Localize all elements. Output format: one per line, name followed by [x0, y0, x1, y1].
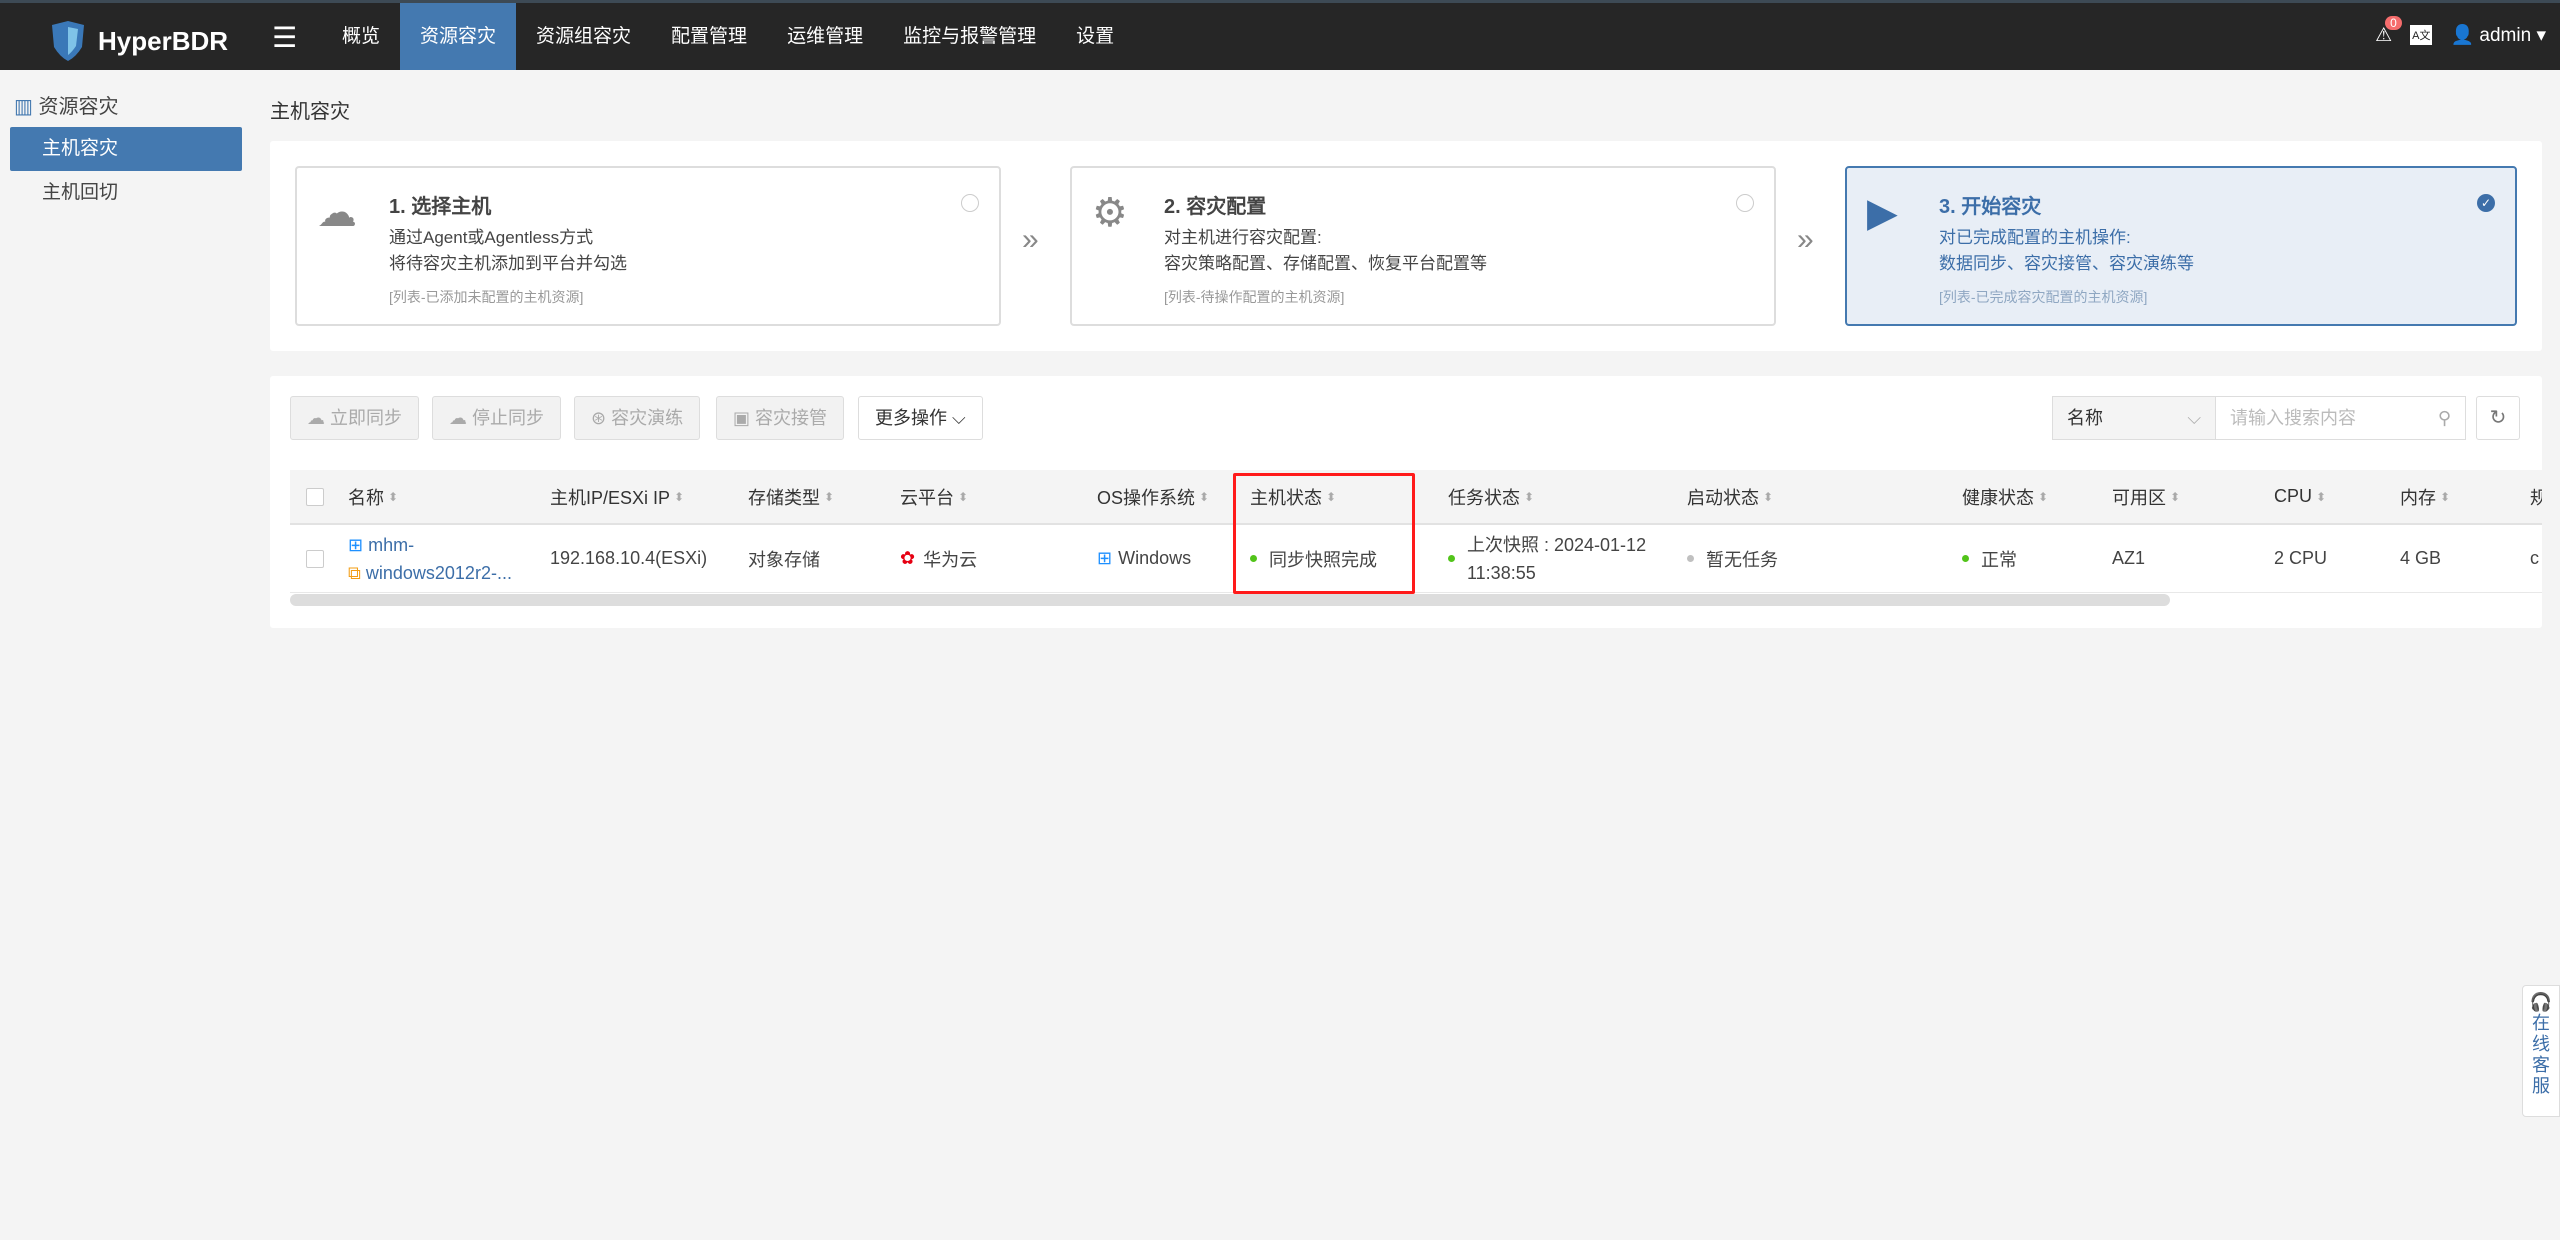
step-start-dr[interactable]: ▶ 3. 开始容灾 对已完成配置的主机操作: 数据同步、容灾接管、容灾演练等 […: [1845, 166, 2517, 326]
dr-drill-button[interactable]: ⊛ 容灾演练: [574, 396, 701, 440]
building-icon: ▥: [14, 96, 33, 118]
table-row[interactable]: ⊞ mhm- ⧉ windows2012r2-... 192.168.10.4(…: [290, 525, 2542, 593]
search-input[interactable]: 请输入搜索内容 ⚲: [2216, 396, 2466, 440]
dr-takeover-button[interactable]: ▣ 容灾接管: [716, 396, 845, 440]
step-select-host[interactable]: ☁ 1. 选择主机 通过Agent或Agentless方式 将待容灾主机添加到平…: [295, 166, 1001, 326]
user-icon: 👤: [2450, 25, 2475, 46]
col-boot-status[interactable]: 启动状态 ⬍: [1687, 470, 1773, 523]
col-memory[interactable]: 内存 ⬍: [2400, 470, 2450, 523]
highlight-box: [1233, 473, 1415, 594]
config-gear-icon: ⚙: [1092, 191, 1128, 235]
horizontal-scrollbar[interactable]: [290, 594, 2170, 606]
col-health[interactable]: 健康状态 ⬍: [1962, 470, 2048, 523]
menu-toggle-icon[interactable]: ☰: [272, 21, 297, 54]
col-storage[interactable]: 存储类型 ⬍: [748, 470, 834, 523]
step-dr-config[interactable]: ⚙ 2. 容灾配置 对主机进行容灾配置: 容灾策略配置、存储配置、恢复平台配置等…: [1070, 166, 1776, 326]
nav-group-dr[interactable]: 资源组容灾: [516, 3, 651, 70]
nav-resource-dr[interactable]: 资源容灾: [400, 3, 517, 70]
nav-ops[interactable]: 运维管理: [767, 3, 883, 70]
double-chevron-icon: »: [1022, 223, 1039, 256]
nav-overview[interactable]: 概览: [322, 3, 400, 70]
col-az[interactable]: 可用区 ⬍: [2112, 470, 2180, 523]
nav-monitor[interactable]: 监控与报警管理: [883, 3, 1056, 70]
language-icon[interactable]: A文: [2410, 25, 2433, 45]
refresh-button[interactable]: ↻: [2476, 396, 2520, 440]
chevron-down-icon: ⌵: [952, 408, 966, 428]
col-ip[interactable]: 主机IP/ESXi IP ⬍: [550, 470, 684, 523]
alert-badge: 0: [2385, 15, 2402, 30]
task-status: 上次快照 : 2024-01-12 11:38:55: [1448, 525, 1646, 592]
check-icon[interactable]: ✓: [2477, 194, 2495, 212]
alert-icon[interactable]: ⚠ 0: [2375, 15, 2402, 47]
col-os[interactable]: OS操作系统 ⬍: [1097, 470, 1209, 523]
col-task-status[interactable]: 任务状态 ⬍: [1448, 470, 1534, 523]
nav-config[interactable]: 配置管理: [651, 3, 767, 70]
step-radio[interactable]: [1736, 194, 1754, 212]
host-name-link[interactable]: ⊞ mhm- ⧉ windows2012r2-...: [348, 525, 512, 592]
sidebar: ▥ 资源容灾 主机容灾 主机回切: [0, 70, 252, 215]
stop-sync-button[interactable]: ☁ 停止同步: [432, 396, 562, 440]
double-chevron-icon: »: [1797, 223, 1814, 256]
sidebar-group: ▥ 资源容灾: [14, 96, 119, 118]
table-header: 名称 ⬍ 主机IP/ESXi IP ⬍ 存储类型 ⬍ 云平台 ⬍ OS操作系统 ⬍ 主机状…: [290, 470, 2542, 525]
col-cloud[interactable]: 云平台 ⬍: [900, 470, 968, 523]
windows-icon: ⊞: [348, 534, 364, 555]
search-field-select[interactable]: 名称 ⌵: [2052, 396, 2216, 440]
chevron-down-icon: ⌵: [2187, 408, 2201, 428]
sidebar-item-host-failback[interactable]: 主机回切: [10, 171, 242, 215]
sidebar-item-host-dr[interactable]: 主机容灾: [10, 127, 242, 171]
logo[interactable]: HyperBDR: [48, 19, 228, 63]
windows-icon: ⊞: [1097, 548, 1113, 568]
health-status: 正常: [1962, 525, 2017, 592]
row-checkbox[interactable]: [306, 549, 324, 568]
refresh-icon: ↻: [2489, 407, 2507, 429]
main-nav: 概览 资源容灾 资源组容灾 配置管理 运维管理 监控与报警管理 设置: [322, 3, 1134, 70]
vm-icon: ⧉: [348, 562, 361, 583]
user-menu[interactable]: 👤 admin ▾: [2450, 23, 2546, 47]
nav-settings[interactable]: 设置: [1056, 3, 1134, 70]
steps-card: ☁ 1. 选择主机 通过Agent或Agentless方式 将待容灾主机添加到平…: [270, 141, 2542, 351]
sync-now-button[interactable]: ☁ 立即同步: [290, 396, 420, 440]
more-actions-dropdown[interactable]: 更多操作 ⌵: [858, 396, 983, 440]
step-radio[interactable]: [961, 194, 979, 212]
col-cpu[interactable]: CPU ⬍: [2274, 470, 2326, 523]
top-bar: HyperBDR ☰ 概览 资源容灾 资源组容灾 配置管理 运维管理 监控与报警…: [0, 0, 2560, 70]
col-name[interactable]: 名称 ⬍: [348, 470, 398, 523]
cloud-server-icon: ☁: [317, 191, 357, 235]
play-box-icon: ▶: [1867, 191, 1898, 235]
boot-status: 暂无任务: [1687, 525, 1778, 592]
col-spec[interactable]: 规: [2530, 470, 2542, 523]
shield-logo-icon: [52, 21, 84, 61]
page-title: 主机容灾: [270, 101, 350, 123]
search-icon[interactable]: ⚲: [2438, 397, 2451, 439]
online-support-button[interactable]: 🎧 在线客服: [2522, 985, 2560, 1117]
huawei-icon: ✿: [900, 548, 916, 568]
headset-icon: 🎧: [2529, 992, 2553, 1012]
select-all-checkbox[interactable]: [306, 487, 324, 506]
